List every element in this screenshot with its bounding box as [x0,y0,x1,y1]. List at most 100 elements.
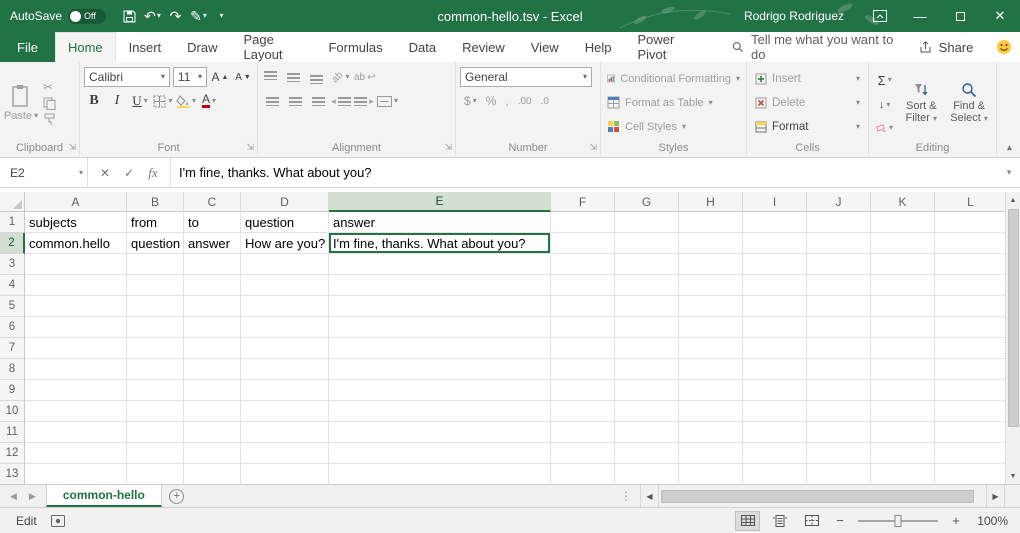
align-center-button[interactable] [285,91,305,111]
col-header-J[interactable]: J [807,192,871,212]
cell-I13[interactable] [743,464,807,484]
redo-button[interactable]: ↷ [164,2,187,30]
cell-H12[interactable] [679,443,743,464]
cell-J8[interactable] [807,359,871,380]
user-name[interactable]: Rodrigo Rodriguez [744,0,844,32]
cell-L6[interactable] [935,317,1005,338]
col-header-E[interactable]: E [329,192,551,212]
borders-button[interactable]: ▾ [153,91,173,111]
cell-C1[interactable]: to [184,212,241,233]
cell-I2[interactable] [743,233,807,254]
cut-button[interactable]: ✂ [43,80,56,94]
cell-K2[interactable] [871,233,935,254]
cell-K5[interactable] [871,296,935,317]
cell-H11[interactable] [679,422,743,443]
undo-button[interactable]: ↶▾ [141,2,164,30]
cell-D10[interactable] [241,401,329,422]
cell-A12[interactable] [25,443,127,464]
expand-formula-bar-button[interactable]: ▾ [998,158,1020,187]
cell-E8[interactable] [329,359,551,380]
col-header-C[interactable]: C [184,192,241,212]
customize-qat-button[interactable]: ▾ [210,2,233,30]
tab-help[interactable]: Help [572,32,625,62]
save-button[interactable] [118,2,141,30]
cell-E4[interactable] [329,275,551,296]
cell-A3[interactable] [25,254,127,275]
cell-E10[interactable] [329,401,551,422]
cell-D2[interactable]: How are you? [241,233,329,254]
row-header-11[interactable]: 11 [0,422,25,443]
cell-K13[interactable] [871,464,935,484]
middle-align-button[interactable] [285,67,305,87]
cell-C11[interactable] [184,422,241,443]
autosave-toggle[interactable]: AutoSave Off [0,9,118,24]
tab-insert[interactable]: Insert [116,32,175,62]
horizontal-scrollbar[interactable]: ◀ ▶ [640,485,1020,507]
cell-J3[interactable] [807,254,871,275]
underline-button[interactable]: U▾ [130,91,150,111]
cell-C7[interactable] [184,338,241,359]
zoom-slider-thumb[interactable] [895,515,902,527]
cell-D4[interactable] [241,275,329,296]
collapse-ribbon-button[interactable]: ▾ [1007,142,1012,153]
scroll-up-button[interactable]: ▲ [1006,192,1020,208]
cell-L11[interactable] [935,422,1005,443]
tab-page-layout[interactable]: Page Layout [231,32,316,62]
cell-A9[interactable] [25,380,127,401]
cell-C10[interactable] [184,401,241,422]
prev-sheet-button[interactable]: ◀ [10,491,17,502]
ribbon-display-options-button[interactable] [860,0,900,32]
cell-E1[interactable]: answer [329,212,551,233]
cell-K10[interactable] [871,401,935,422]
decrease-decimal-button[interactable]: .0 [541,96,549,107]
row-header-7[interactable]: 7 [0,338,25,359]
tab-draw[interactable]: Draw [174,32,230,62]
cell-J4[interactable] [807,275,871,296]
cell-A10[interactable] [25,401,127,422]
cell-C4[interactable] [184,275,241,296]
fill-color-button[interactable]: ▾ [176,91,196,111]
cell-K7[interactable] [871,338,935,359]
cell-C2[interactable]: answer [184,233,241,254]
cell-D12[interactable] [241,443,329,464]
cell-I11[interactable] [743,422,807,443]
cell-A13[interactable] [25,464,127,484]
align-left-button[interactable] [262,91,282,111]
delete-cells-button[interactable]: Delete▾ [750,91,865,115]
cell-I10[interactable] [743,401,807,422]
cell-K1[interactable] [871,212,935,233]
col-header-B[interactable]: B [127,192,184,212]
row-header-4[interactable]: 4 [0,275,25,296]
percent-style-button[interactable]: % [486,94,497,108]
cell-F11[interactable] [551,422,615,443]
cell-H3[interactable] [679,254,743,275]
decrease-indent-button[interactable]: ◂ [331,91,351,111]
number-format-combobox[interactable]: General▾ [460,67,592,87]
cell-E11[interactable] [329,422,551,443]
row-header-3[interactable]: 3 [0,254,25,275]
tab-review[interactable]: Review [449,32,518,62]
horizontal-scroll-track[interactable] [658,485,986,507]
cell-A1[interactable]: subjects [25,212,127,233]
cell-G13[interactable] [615,464,679,484]
cell-H2[interactable] [679,233,743,254]
cell-D7[interactable] [241,338,329,359]
bottom-align-button[interactable] [308,67,328,87]
font-dialog-launcher[interactable]: ⇲ [246,142,254,153]
cell-E7[interactable] [329,338,551,359]
cell-J12[interactable] [807,443,871,464]
cell-L5[interactable] [935,296,1005,317]
cell-F8[interactable] [551,359,615,380]
cell-B10[interactable] [127,401,184,422]
next-sheet-button[interactable]: ▶ [29,491,36,502]
cell-B2[interactable]: question [127,233,184,254]
sheet-tab-common-hello[interactable]: common-hello [46,485,162,507]
cell-D11[interactable] [241,422,329,443]
minimize-button[interactable]: — [900,0,940,32]
find-select-button[interactable]: Find & Select ▾ [945,65,993,140]
cell-H4[interactable] [679,275,743,296]
tab-view[interactable]: View [518,32,572,62]
comma-style-button[interactable]: , [505,94,508,108]
cell-J11[interactable] [807,422,871,443]
italic-button[interactable]: I [107,91,127,111]
